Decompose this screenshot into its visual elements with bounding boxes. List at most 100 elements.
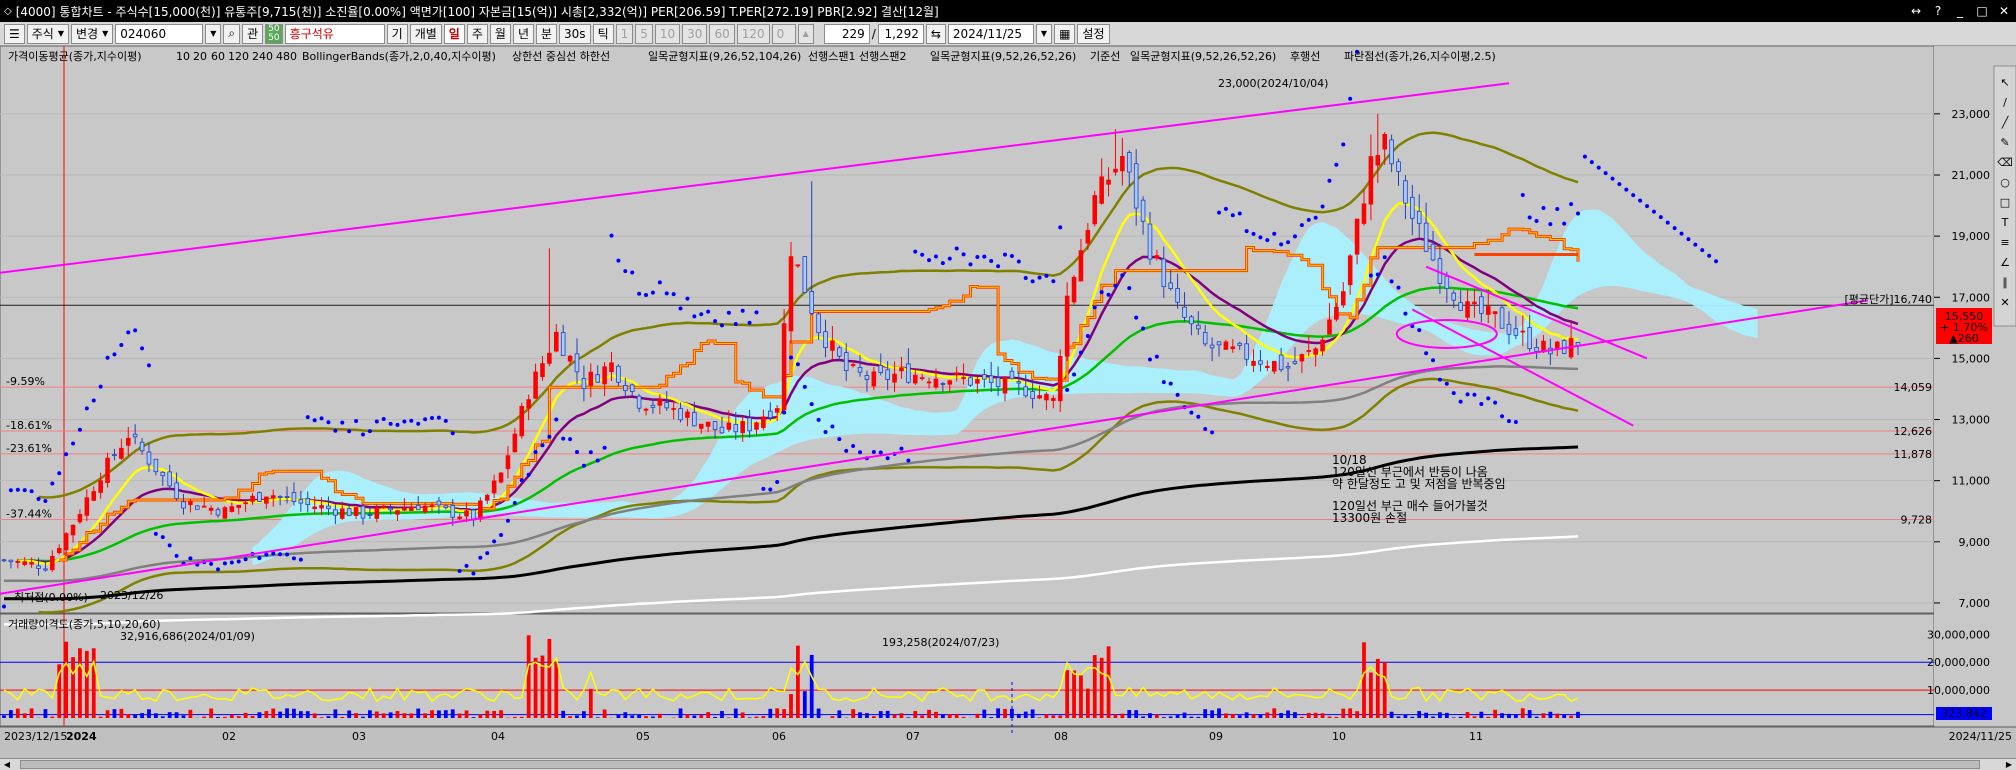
step-60[interactable]: 60 — [709, 23, 735, 44]
step-value-input[interactable]: 0 — [771, 23, 796, 44]
candle-body — [160, 471, 166, 477]
candle-body — [761, 416, 766, 428]
period-individual[interactable]: 개별 — [409, 23, 442, 44]
volume-bar — [561, 710, 566, 718]
psar-dot — [1451, 391, 1456, 396]
candle-body — [1472, 301, 1477, 305]
psar-dot — [581, 463, 586, 468]
maximize-button[interactable]: □ — [1972, 2, 1992, 19]
psar-dot — [519, 478, 524, 483]
circle-icon[interactable]: ○ — [2000, 176, 2010, 189]
volume-bar — [754, 716, 759, 718]
period-day[interactable]: 일 — [443, 23, 465, 44]
psar-dot — [271, 551, 276, 556]
eraser-icon[interactable]: ⌫ — [1997, 156, 2013, 169]
candle-body — [1202, 332, 1208, 345]
psar-dot — [851, 444, 856, 449]
help-button[interactable]: ? — [1928, 2, 1948, 19]
price-chart-svg[interactable]: 23,000 21,000 19,000 17,000 15,000 13,000 11,0… — [0, 46, 2016, 758]
psar-dot — [1534, 218, 1539, 223]
psar-dot — [1003, 252, 1008, 257]
volume-bar — [1272, 708, 1277, 718]
volume-bar — [292, 708, 296, 718]
change-select[interactable]: 변경 — [71, 23, 114, 44]
code-input[interactable]: 024060 — [115, 23, 204, 44]
scroll-thumb[interactable] — [20, 760, 1980, 769]
scroll-left-icon[interactable]: ◀ — [0, 759, 14, 770]
date-input[interactable]: 2024/11/25 — [947, 23, 1034, 44]
period-30s[interactable]: 30s — [559, 23, 591, 44]
scroll-right-icon[interactable]: ▶ — [2002, 759, 2016, 770]
channel-icon[interactable]: ∥ — [2002, 276, 2008, 289]
step-1[interactable]: 1 — [615, 23, 634, 44]
close-button[interactable]: ✕ — [1994, 2, 2014, 19]
period-minute[interactable]: 분 — [535, 23, 558, 44]
candle-body — [146, 451, 152, 465]
psar-dot — [133, 328, 138, 333]
volume-bar — [153, 713, 158, 718]
volume-bar — [1148, 713, 1152, 718]
market-select[interactable]: 주식 — [26, 23, 70, 44]
psar-dot — [1244, 229, 1249, 234]
date-mode-icon[interactable]: ⇆ — [925, 23, 946, 44]
volume-tick-label: 20,000,000 — [1927, 656, 1990, 669]
minimize-button[interactable]: _ — [1950, 2, 1970, 19]
date-dropdown-icon[interactable]: ▼ — [1035, 23, 1053, 44]
settings-button[interactable]: 설정 — [1077, 23, 1110, 44]
period-year[interactable]: 년 — [512, 23, 534, 44]
pen-icon[interactable]: ✎ — [2000, 136, 2009, 149]
psar-dot — [954, 246, 959, 251]
volume-bar — [1541, 713, 1546, 718]
horizontal-scrollbar[interactable]: ◀ ▶ — [0, 758, 2016, 770]
candle-body — [899, 367, 904, 372]
rectangle-icon[interactable]: □ — [2000, 196, 2010, 209]
psar-dot — [1389, 279, 1394, 284]
price-tick-label: 19,000 — [1952, 230, 1991, 243]
line-icon[interactable]: / — [2003, 96, 2007, 109]
text-icon[interactable]: T — [2001, 216, 2009, 229]
volume-bar — [1251, 714, 1256, 718]
period-tick[interactable]: 틱 — [592, 23, 614, 44]
psar-dot — [450, 431, 455, 436]
calendar-icon[interactable]: ▦ — [1054, 23, 1076, 44]
psar-dot — [1500, 414, 1505, 419]
count-input[interactable]: 229 — [823, 23, 870, 44]
volume-bar — [147, 709, 151, 718]
candle-body — [975, 379, 980, 384]
fibo-icon[interactable]: ≡ — [2000, 236, 2009, 249]
candle-body — [1451, 292, 1457, 301]
volume-bar — [395, 711, 400, 718]
menu-icon[interactable]: ☰ — [4, 23, 25, 44]
psar-dot — [1631, 193, 1636, 198]
candle-body — [132, 433, 138, 438]
volume-bar — [1210, 710, 1215, 718]
period-month[interactable]: 월 — [489, 23, 511, 44]
volume-bar — [1141, 716, 1145, 718]
delete-icon[interactable]: ✕ — [2000, 296, 2009, 309]
step-30[interactable]: 30 — [682, 23, 708, 44]
candle-body — [188, 501, 193, 506]
step-5[interactable]: 5 — [635, 23, 653, 44]
magnifier-icon[interactable]: ⌕ — [223, 23, 241, 44]
psar-dot — [533, 450, 538, 455]
step-120[interactable]: 120 — [736, 23, 770, 44]
step-10[interactable]: 10 — [654, 23, 681, 44]
price-tick-label: 15,000 — [1952, 352, 1991, 365]
psar-dot — [1589, 160, 1594, 165]
volume-bar — [1113, 714, 1118, 718]
period-week[interactable]: 주 — [466, 23, 488, 44]
link-button[interactable]: ↔ — [1906, 2, 1926, 19]
code-dropdown-icon[interactable]: ▼ — [205, 23, 222, 44]
candle-body — [1410, 196, 1415, 219]
period-custom[interactable]: 기 — [386, 23, 408, 44]
stock-name-field[interactable]: 흥구석유 — [284, 23, 385, 44]
gann-icon[interactable]: ∠ — [2000, 256, 2010, 269]
cursor-icon[interactable]: ↖ — [2000, 76, 2009, 89]
chart-area[interactable]: 23,000 21,000 19,000 17,000 15,000 13,000 11,0… — [0, 46, 2016, 758]
psar-dot — [326, 420, 331, 425]
total-input[interactable]: 1,292 — [877, 23, 924, 44]
step-spinner-icon[interactable]: ▲ — [797, 23, 814, 44]
volume-bar — [326, 716, 331, 718]
related-button[interactable]: 관 — [242, 23, 264, 44]
ratio-button[interactable]: 50 50 — [265, 23, 283, 44]
